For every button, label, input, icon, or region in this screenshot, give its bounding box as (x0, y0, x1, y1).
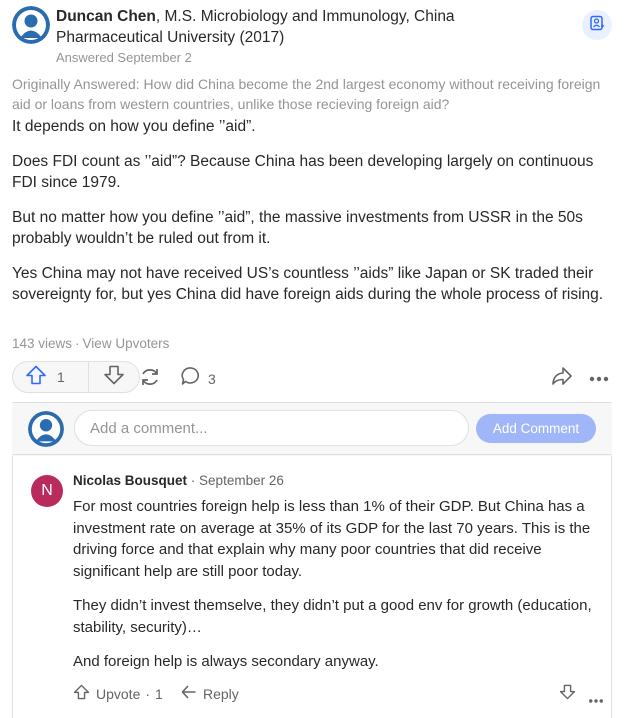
more-icon (588, 370, 610, 388)
reply-button[interactable]: Reply (181, 684, 239, 703)
originally-answered[interactable]: Originally Answered: How did China becom… (12, 74, 612, 114)
author-line: Duncan Chen, M.S. Microbiology and Immun… (56, 6, 526, 48)
commenter-name[interactable]: Nicolas Bousquet (73, 473, 187, 488)
comment-paragraph: And foreign help is always secondary any… (73, 653, 379, 670)
comment-upvote-button[interactable]: Upvote · 1 (73, 684, 163, 703)
forward-button[interactable] (550, 365, 574, 392)
comment-meta: Nicolas Bousquet · September 26 (73, 473, 284, 488)
comment-upvote-label: Upvote (96, 685, 141, 702)
reply-label: Reply (203, 685, 239, 702)
upvote-icon (25, 365, 47, 390)
vote-pill: 1 (12, 361, 140, 393)
comment-upvote-count: 1 (155, 685, 163, 702)
comment-more-button[interactable] (587, 691, 605, 707)
comments-button[interactable]: 3 (180, 365, 216, 392)
follow-button[interactable] (582, 10, 612, 40)
upvote-button[interactable]: 1 (13, 362, 89, 392)
views-count: 143 views (12, 336, 73, 351)
answer-header: Duncan Chen, M.S. Microbiology and Immun… (12, 6, 612, 66)
user-avatar (28, 411, 64, 447)
answer-body: It depends on how you define ’’aid”. Doe… (12, 116, 616, 319)
view-upvoters-link[interactable]: View Upvoters (83, 336, 170, 351)
comment-date: September 26 (199, 473, 284, 488)
comment-paragraph: For most countries foreign help is less … (73, 498, 591, 580)
answer-paragraph: Yes China may not have received US’s cou… (12, 264, 604, 304)
answer-paragraph: It depends on how you define ’’aid”. (12, 118, 256, 135)
answer-paragraph: Does FDI count as ’’aid”? Because China … (12, 152, 594, 192)
downvote-icon (559, 684, 576, 703)
commenter-avatar[interactable]: N (31, 475, 63, 507)
share-icon (138, 365, 162, 394)
reply-icon (181, 684, 197, 703)
comment-paragraph: They didn’t invest themselve, they didn’… (73, 597, 592, 636)
author-name[interactable]: Duncan Chen (56, 8, 156, 25)
more-button[interactable] (588, 370, 610, 388)
downvote-icon (103, 365, 125, 390)
upvote-count: 1 (57, 369, 65, 385)
answer-actions: 1 3 (12, 361, 614, 393)
downvote-button[interactable] (89, 362, 139, 392)
follow-icon (589, 15, 605, 36)
comment-item: N Nicolas Bousquet · September 26 For mo… (12, 456, 612, 718)
more-icon (587, 691, 605, 707)
comment-count: 3 (208, 370, 216, 387)
comment-actions: Upvote · 1 Reply (73, 682, 603, 706)
add-comment-button[interactable]: Add Comment (476, 414, 596, 443)
comments-section: Add Comment N Nicolas Bousquet · Septemb… (12, 402, 612, 718)
comment-icon (180, 365, 202, 392)
answered-date: Answered September 2 (56, 50, 192, 65)
share-button[interactable] (138, 365, 162, 394)
comment-body: For most countries foreign help is less … (73, 496, 603, 686)
forward-icon (550, 365, 574, 392)
answer-paragraph: But no matter how you define ’’aid”, the… (12, 208, 583, 248)
upvote-icon (73, 684, 90, 703)
views-line: 143 views · View Upvoters (12, 336, 170, 351)
comment-input[interactable] (74, 410, 469, 446)
comment-downvote-button[interactable] (559, 684, 576, 703)
author-avatar[interactable] (12, 6, 50, 44)
add-comment-row: Add Comment (12, 403, 612, 455)
